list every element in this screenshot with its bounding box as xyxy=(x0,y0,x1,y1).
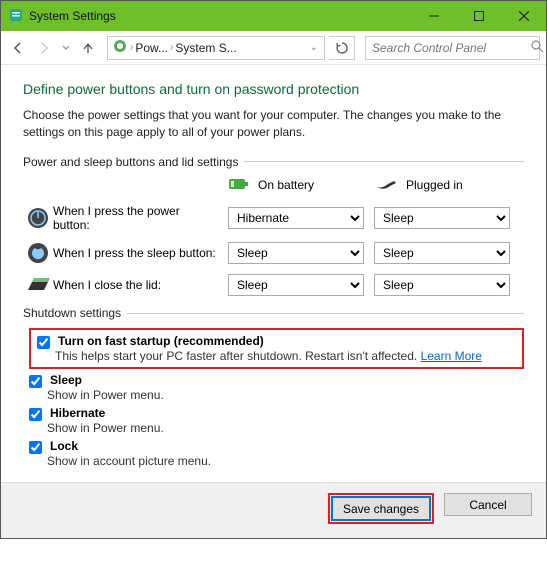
minimize-button[interactable] xyxy=(411,1,456,31)
plug-icon xyxy=(374,177,398,194)
row-power-button: When I press the power button: Hibernate… xyxy=(23,204,524,233)
group-shutdown-label: Shutdown settings xyxy=(23,306,121,320)
breadcrumb-item-1[interactable]: Pow... xyxy=(135,41,168,55)
sleep-row[interactable]: Sleep xyxy=(29,373,524,388)
button-bar: Save changes Cancel xyxy=(1,482,546,538)
search-icon[interactable] xyxy=(531,40,544,56)
content-area: Define power buttons and turn on passwor… xyxy=(1,65,546,482)
breadcrumb-item-2[interactable]: System S... xyxy=(175,41,236,55)
col-battery-label: On battery xyxy=(258,178,314,192)
recent-dropdown[interactable] xyxy=(59,37,73,59)
sleep-plugged-select[interactable]: Sleep xyxy=(374,242,510,264)
lock-label: Lock xyxy=(50,439,78,453)
col-plugged-label: Plugged in xyxy=(406,178,463,192)
window-title: System Settings xyxy=(29,9,116,23)
close-button[interactable] xyxy=(501,1,546,31)
refresh-button[interactable] xyxy=(329,36,355,60)
page-heading: Define power buttons and turn on passwor… xyxy=(23,81,524,97)
chevron-down-icon[interactable]: ⌄ xyxy=(310,42,318,53)
column-headers: On battery Plugged in xyxy=(23,177,524,194)
fast-startup-label: Turn on fast startup (recommended) xyxy=(58,334,264,348)
row-power-label: When I press the power button: xyxy=(53,204,228,233)
save-highlight: Save changes xyxy=(328,493,434,524)
chevron-right-icon: › xyxy=(170,42,173,53)
back-button[interactable] xyxy=(7,37,29,59)
fast-startup-row[interactable]: Turn on fast startup (recommended) xyxy=(37,334,516,349)
breadcrumb[interactable]: › Pow... › System S... ⌄ xyxy=(107,36,325,60)
chevron-right-icon: › xyxy=(130,42,133,53)
lock-sub: Show in account picture menu. xyxy=(47,454,524,468)
group-label: Power and sleep buttons and lid settings xyxy=(23,155,238,169)
forward-button[interactable] xyxy=(33,37,55,59)
row-lid: When I close the lid: Sleep Sleep xyxy=(23,274,524,296)
sleep-battery-select[interactable]: Sleep xyxy=(228,242,364,264)
up-button[interactable] xyxy=(77,37,99,59)
power-plugged-select[interactable]: Sleep xyxy=(374,207,510,229)
lock-item: Lock Show in account picture menu. xyxy=(29,439,524,468)
group-power-sleep: Power and sleep buttons and lid settings xyxy=(23,155,524,169)
learn-more-link[interactable]: Learn More xyxy=(421,349,482,363)
col-battery: On battery xyxy=(228,177,374,194)
row-sleep-label: When I press the sleep button: xyxy=(53,246,228,260)
hibernate-checkbox[interactable] xyxy=(29,408,42,421)
search-box[interactable] xyxy=(365,36,540,60)
hibernate-label: Hibernate xyxy=(50,406,105,420)
address-bar: › Pow... › System S... ⌄ xyxy=(1,31,546,65)
shutdown-settings: Turn on fast startup (recommended) This … xyxy=(23,328,524,468)
page-description: Choose the power settings that you want … xyxy=(23,107,524,141)
col-plugged: Plugged in xyxy=(374,177,520,194)
hibernate-item: Hibernate Show in Power menu. xyxy=(29,406,524,435)
sleep-sub: Show in Power menu. xyxy=(47,388,524,402)
cancel-button[interactable]: Cancel xyxy=(444,493,532,516)
power-button-icon xyxy=(23,207,53,229)
app-icon xyxy=(9,8,23,25)
battery-icon xyxy=(228,177,250,194)
sleep-item: Sleep Show in Power menu. xyxy=(29,373,524,402)
window-title-wrap: System Settings xyxy=(9,8,411,25)
lock-checkbox[interactable] xyxy=(29,441,42,454)
titlebar: System Settings xyxy=(1,1,546,31)
power-plan-icon xyxy=(112,38,128,57)
row-lid-label: When I close the lid: xyxy=(53,278,228,292)
lid-icon xyxy=(23,276,53,294)
hibernate-row[interactable]: Hibernate xyxy=(29,406,524,421)
lid-plugged-select[interactable]: Sleep xyxy=(374,274,510,296)
group-shutdown: Shutdown settings xyxy=(23,306,524,320)
hibernate-sub: Show in Power menu. xyxy=(47,421,524,435)
lock-row[interactable]: Lock xyxy=(29,439,524,454)
sleep-checkbox[interactable] xyxy=(29,375,42,388)
fast-startup-checkbox[interactable] xyxy=(37,336,50,349)
lid-battery-select[interactable]: Sleep xyxy=(228,274,364,296)
row-sleep-button: When I press the sleep button: Sleep Sle… xyxy=(23,242,524,264)
maximize-button[interactable] xyxy=(456,1,501,31)
fast-startup-item: Turn on fast startup (recommended) This … xyxy=(29,328,524,369)
power-battery-select[interactable]: Hibernate xyxy=(228,207,364,229)
fast-startup-desc: This helps start your PC faster after sh… xyxy=(55,349,421,363)
search-input[interactable] xyxy=(370,40,531,56)
fast-startup-sub: This helps start your PC faster after sh… xyxy=(55,349,516,363)
sleep-button-icon xyxy=(23,242,53,264)
save-button[interactable]: Save changes xyxy=(332,497,430,520)
sleep-label: Sleep xyxy=(50,373,82,387)
